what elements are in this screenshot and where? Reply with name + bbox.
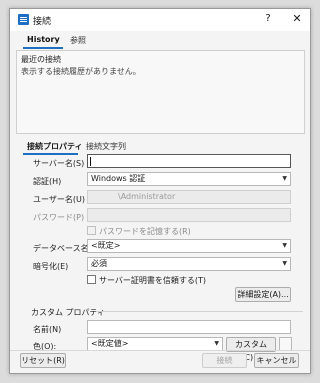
color-swatch [279, 337, 292, 351]
auth-select[interactable]: Windows 認証 ▼ [87, 172, 291, 186]
footer-divider [10, 350, 310, 351]
custom-name-input[interactable] [87, 320, 291, 334]
title-bar: 接続 ? ✕ [10, 9, 310, 31]
reset-button[interactable]: リセット(R) [20, 353, 66, 368]
chevron-down-icon: ▼ [282, 242, 287, 249]
password-input[interactable] [87, 208, 291, 222]
advanced-settings-button[interactable]: 詳細設定(A)... [235, 287, 291, 302]
server-name-input[interactable] [87, 154, 291, 168]
trust-certificate-label: サーバー証明書を信頼する(T) [99, 276, 207, 285]
tab-connection-properties-indicator [23, 153, 78, 155]
chevron-down-icon: ▼ [214, 340, 219, 347]
custom-properties-divider [96, 311, 303, 312]
remember-password-label: パスワードを記憶する(R) [99, 227, 191, 236]
connect-button[interactable]: 接続 [202, 353, 247, 368]
chevron-down-icon: ▼ [282, 175, 287, 182]
custom-name-label: 名前(N) [33, 325, 62, 334]
user-name-label: ユーザー名(U) [33, 195, 85, 204]
custom-properties-label: カスタム プロパティ [31, 308, 106, 317]
database-select[interactable]: <既定> ▼ [87, 239, 291, 253]
help-button[interactable]: ? [262, 13, 274, 27]
close-button[interactable]: ✕ [291, 12, 303, 26]
auth-label: 認証(H) [33, 177, 62, 186]
history-panel: 最近の接続 表示する接続履歴がありません。 [16, 50, 305, 134]
connection-dialog: 接続 ? ✕ History 参照 最近の接続 表示する接続履歴がありません。 … [9, 8, 311, 374]
password-label: パスワード(P) [33, 213, 85, 222]
user-name-input[interactable]: \Administrator [87, 190, 291, 204]
trust-certificate-checkbox[interactable] [87, 275, 96, 284]
window-title: 接続 [33, 17, 52, 27]
tab-browse[interactable]: 参照 [70, 35, 86, 46]
tab-connection-string[interactable]: 接続文字列 [86, 141, 126, 152]
tab-connection-properties[interactable]: 接続プロパティ [27, 141, 83, 152]
tab-history-indicator [23, 47, 63, 49]
database-app-icon [18, 14, 29, 25]
tab-history[interactable]: History [27, 35, 60, 44]
color-select[interactable]: <既定値> ▼ [87, 337, 223, 351]
recent-connections-title: 最近の接続 [21, 55, 61, 64]
recent-connections-empty: 表示する接続履歴がありません。 [21, 67, 141, 76]
encryption-select[interactable]: 必須 ▼ [87, 257, 291, 271]
encryption-label: 暗号化(E) [33, 262, 69, 271]
chevron-down-icon: ▼ [282, 260, 287, 267]
text-caret [90, 157, 91, 166]
server-name-label: サーバー名(S) [33, 159, 85, 168]
remember-password-checkbox[interactable] [87, 226, 96, 235]
cancel-button[interactable]: キャンセル [254, 353, 299, 368]
